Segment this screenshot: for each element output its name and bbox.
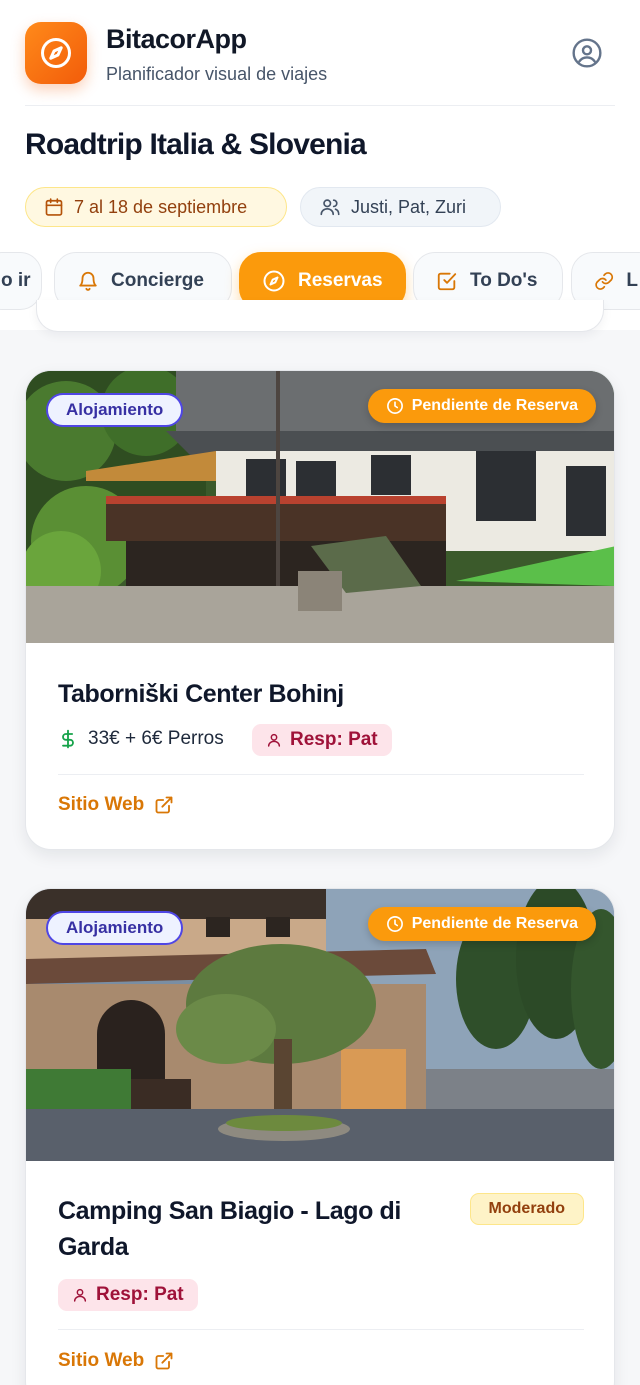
status-label: Pendiente de Reserva xyxy=(411,397,578,414)
link-icon xyxy=(595,272,614,290)
compass-icon xyxy=(263,270,285,292)
clock-icon xyxy=(386,916,403,932)
profile-button[interactable] xyxy=(568,34,606,72)
user-icon xyxy=(73,1288,87,1302)
user-circle-icon xyxy=(572,38,602,68)
card-divider xyxy=(58,774,584,775)
responsible-label: Resp: Pat xyxy=(290,729,378,750)
website-link[interactable]: Sitio Web xyxy=(58,1347,174,1375)
card-title-line-1: Camping San Biagio - Lago di xyxy=(58,1197,401,1225)
app-logo xyxy=(25,22,87,84)
price: 33€ + 6€ Perros xyxy=(58,724,224,754)
booking-card[interactable]: Alojamiento Pendiente de Reserva Camping… xyxy=(25,888,615,1385)
type-badge: Alojamiento xyxy=(46,393,184,427)
website-link-label: Sitio Web xyxy=(58,794,145,815)
tab-label: To Do's xyxy=(470,270,538,291)
trip-dates-chip: 7 al 18 de septiembre xyxy=(25,187,287,227)
card-title: Taborniški Center Bohinj xyxy=(58,680,344,708)
card-divider xyxy=(58,1329,584,1330)
difficulty-badge: Moderado xyxy=(469,1193,584,1225)
trip-people-chip: Justi, Pat, Zuri xyxy=(300,187,501,227)
trip-dates: 7 al 18 de septiembre xyxy=(74,196,248,217)
app-title: BitacorApp xyxy=(106,24,247,54)
responsible-badge: Resp: Pat xyxy=(58,1279,198,1311)
app-subtitle: Planificador visual de viajes xyxy=(106,64,328,84)
tab-label: L xyxy=(626,270,638,291)
website-link[interactable]: Sitio Web xyxy=(58,791,174,819)
users-icon xyxy=(320,199,340,216)
external-link-icon xyxy=(155,796,173,814)
responsible-badge: Resp: Pat xyxy=(252,724,392,756)
tab-label: o ir xyxy=(1,270,31,291)
responsible-label: Resp: Pat xyxy=(96,1284,184,1305)
trip-title: Roadtrip Italia & Slovenia xyxy=(25,128,367,161)
website-link-label: Sitio Web xyxy=(58,1350,145,1371)
status-badge: Pendiente de Reserva xyxy=(367,389,596,423)
card-title-line-2: Garda xyxy=(58,1233,129,1261)
previous-card-edge xyxy=(36,300,604,332)
booking-card[interactable]: Alojamiento Pendiente de Reserva Taborni… xyxy=(25,370,615,850)
trip-people: Justi, Pat, Zuri xyxy=(351,196,467,217)
bell-icon xyxy=(79,271,97,291)
external-link-icon xyxy=(155,1352,173,1370)
tab-label: Reservas xyxy=(298,270,383,291)
tab-label: Concierge xyxy=(111,270,204,291)
card-image: Alojamiento Pendiente de Reserva xyxy=(26,371,614,643)
dollar-icon xyxy=(62,729,74,749)
price-value: 33€ + 6€ Perros xyxy=(88,728,224,749)
calendar-icon xyxy=(45,198,63,216)
status-badge: Pendiente de Reserva xyxy=(367,907,596,941)
clock-icon xyxy=(386,398,403,414)
user-icon xyxy=(267,733,281,747)
card-image: Alojamiento Pendiente de Reserva xyxy=(26,889,614,1161)
checkbox-icon xyxy=(437,272,457,291)
header-divider xyxy=(25,105,615,106)
type-badge: Alojamiento xyxy=(46,911,184,945)
status-label: Pendiente de Reserva xyxy=(411,915,578,932)
compass-icon xyxy=(41,38,71,68)
